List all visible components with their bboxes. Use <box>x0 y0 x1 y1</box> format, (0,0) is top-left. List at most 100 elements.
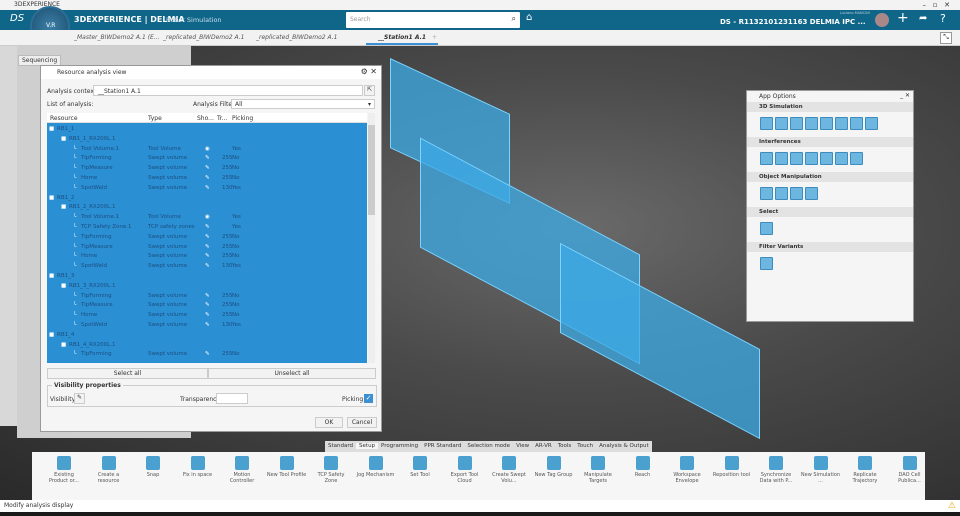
analysis-filter-select[interactable]: All ▾ <box>231 99 375 109</box>
toolbar-tab[interactable]: Touch <box>574 443 596 449</box>
expand-icon[interactable]: ■ <box>49 330 54 340</box>
pen-icon[interactable]: ✎ <box>205 173 210 183</box>
tree-row[interactable]: └ TipMeasure Swept volume 255 No ✎ <box>47 300 367 310</box>
tree-row[interactable]: └ TipMeasure Swept volume 255 No ✎ <box>47 242 367 252</box>
tree-row[interactable]: ■ RB1_3_RX200L.1 <box>47 281 367 291</box>
expand-icon[interactable]: ■ <box>61 281 66 291</box>
toolbar-button[interactable]: Workspace Envelope <box>667 456 707 490</box>
option-icon[interactable] <box>760 257 773 270</box>
eye-icon[interactable]: ◉ <box>205 144 210 154</box>
toolbar-button[interactable]: Replicate Trajectory <box>845 456 885 490</box>
pen-icon[interactable]: ✎ <box>205 232 210 242</box>
option-icon[interactable] <box>760 222 773 235</box>
toolbar-button[interactable]: Reposition tool <box>712 456 752 490</box>
pen-icon[interactable]: ✎ <box>205 310 210 320</box>
tree-row[interactable]: ■ RB1_1_RX200L.1 <box>47 134 367 144</box>
tree-row[interactable]: └ TipForming Swept volume 255 No ✎ <box>47 291 367 301</box>
tree-row[interactable]: ■ RB1_3 <box>47 271 367 281</box>
option-icon[interactable] <box>775 117 788 130</box>
tab-master[interactable]: _Master_BIWDemo2 A.1 (E... <box>74 34 160 41</box>
collapse-icon[interactable]: ⤡ <box>940 32 952 44</box>
toolbar-tab[interactable]: PPR Standard <box>421 443 464 449</box>
pen-icon[interactable]: ✎ <box>205 251 210 261</box>
toolbar-tab[interactable]: Analysis & Output <box>596 443 652 449</box>
ok-button[interactable]: OK <box>315 417 343 428</box>
expand-icon[interactable]: ■ <box>61 134 66 144</box>
toolbar-tab[interactable]: AR-VR <box>532 443 555 449</box>
toolbar-button[interactable]: Snap <box>133 456 173 490</box>
pen-icon[interactable]: ✎ <box>205 183 210 193</box>
scrollbar[interactable] <box>368 113 375 363</box>
help-icon[interactable]: ? <box>940 12 946 25</box>
window-controls[interactable]: – ▫ ✕ <box>923 0 950 10</box>
section-header[interactable]: Object Manipulation <box>747 172 913 182</box>
transparency-spinner[interactable] <box>216 393 248 404</box>
option-icon[interactable] <box>775 152 788 165</box>
toolbar-button[interactable]: TCP Safety Zone <box>311 456 351 490</box>
option-icon[interactable] <box>850 117 863 130</box>
share-icon[interactable]: ➦ <box>919 13 927 24</box>
toolbar-button[interactable]: Fix in space <box>178 456 218 490</box>
toolbar-tab[interactable]: Selection mode <box>464 443 513 449</box>
tree-row[interactable]: ■ RB1_2_RX200L.1 <box>47 202 367 212</box>
tab-station1[interactable]: __Station1 A.1 <box>366 34 439 45</box>
pick-context-button[interactable]: ⇱ <box>364 85 375 96</box>
option-icon[interactable] <box>835 117 848 130</box>
toolbar-button[interactable]: Export Tool Cloud <box>445 456 485 490</box>
option-icon[interactable] <box>790 152 803 165</box>
tree-row[interactable]: └ TipForming Swept volume 255 No ✎ <box>47 349 367 359</box>
toolbar-button[interactable]: Create a resource <box>89 456 129 490</box>
option-icon[interactable] <box>790 187 803 200</box>
option-icon[interactable] <box>835 152 848 165</box>
toolbar-button[interactable]: Create Swept Volu... <box>489 456 529 490</box>
resource-tree[interactable]: ■ RB1_1 ■ RB1_1_RX200L.1 └ Tool Volume.1 Tool … <box>47 123 367 363</box>
close-icon[interactable]: ⚙ ✕ <box>361 67 377 76</box>
pen-icon[interactable]: ✎ <box>205 300 210 310</box>
option-icon[interactable] <box>805 187 818 200</box>
section-header[interactable]: Select <box>747 207 913 217</box>
toolbar-button[interactable]: Manipulate Targets <box>578 456 618 490</box>
expand-icon[interactable]: ■ <box>49 271 54 281</box>
cancel-button[interactable]: Cancel <box>347 417 377 428</box>
toolbar-tab[interactable]: View <box>513 443 532 449</box>
toolbar-button[interactable]: Motion Controller <box>222 456 262 490</box>
option-icon[interactable] <box>805 117 818 130</box>
select-all-button[interactable]: Select all <box>47 368 208 379</box>
pen-icon[interactable]: ✎ <box>205 261 210 271</box>
toolbar-button[interactable]: DAO Cell Publica... <box>890 456 930 490</box>
tree-row[interactable]: └ TipForming Swept volume 255 No ✎ <box>47 153 367 163</box>
eye-icon[interactable]: ◉ <box>205 212 210 222</box>
picking-checkbox[interactable]: ✓ <box>364 394 373 403</box>
tree-row[interactable]: └ TipMeasure Swept volume 255 No ✎ <box>47 163 367 173</box>
pen-icon[interactable]: ✎ <box>205 222 210 232</box>
tree-row[interactable]: └ Home Swept volume 255 No ✎ <box>47 251 367 261</box>
toolbar-button[interactable]: Jog Mechanism <box>356 456 396 490</box>
tree-row[interactable]: ■ RB1_4 <box>47 330 367 340</box>
toolbar-button[interactable]: New Simulation ... <box>801 456 841 490</box>
toolbar-button[interactable]: Existing Product or... <box>44 456 84 490</box>
tree-row[interactable]: ■ RB1_2 <box>47 193 367 203</box>
option-icon[interactable] <box>760 187 773 200</box>
search-input[interactable]: Search ⌕ <box>346 12 520 28</box>
toolbar-button[interactable]: New Tag Group <box>534 456 574 490</box>
tree-row[interactable]: └ SpotWeld Swept volume 130 Yes ✎ <box>47 261 367 271</box>
option-icon[interactable] <box>760 152 773 165</box>
tree-row[interactable]: ■ RB1_4_RX200L.1 <box>47 340 367 350</box>
dialog-titlebar[interactable]: Resource analysis view ⚙ ✕ <box>41 66 381 79</box>
avatar[interactable] <box>875 13 889 27</box>
option-icon[interactable] <box>820 117 833 130</box>
tree-row[interactable]: └ Tool Volume.1 Tool Volume Yes ◉ <box>47 212 367 222</box>
expand-icon[interactable]: ■ <box>61 340 66 350</box>
pen-icon[interactable]: ✎ <box>205 163 210 173</box>
car-body-model[interactable] <box>560 242 760 440</box>
option-icon[interactable] <box>760 117 773 130</box>
toolbar-button[interactable]: Set Tool <box>400 456 440 490</box>
tab-replicated-1[interactable]: _replicated_BIWDemo2 A.1 <box>163 34 244 41</box>
tree-row[interactable]: └ SpotWeld Swept volume 130 Yes ✎ <box>47 320 367 330</box>
section-header[interactable]: Interferences <box>747 137 913 147</box>
expand-icon[interactable]: ■ <box>61 202 66 212</box>
toolbar-button[interactable]: New Tool Profile <box>267 456 307 490</box>
expand-icon[interactable]: ■ <box>49 124 54 134</box>
analysis-context-field[interactable]: __Station1 A.1 <box>93 85 363 96</box>
pen-icon[interactable]: ✎ <box>205 291 210 301</box>
